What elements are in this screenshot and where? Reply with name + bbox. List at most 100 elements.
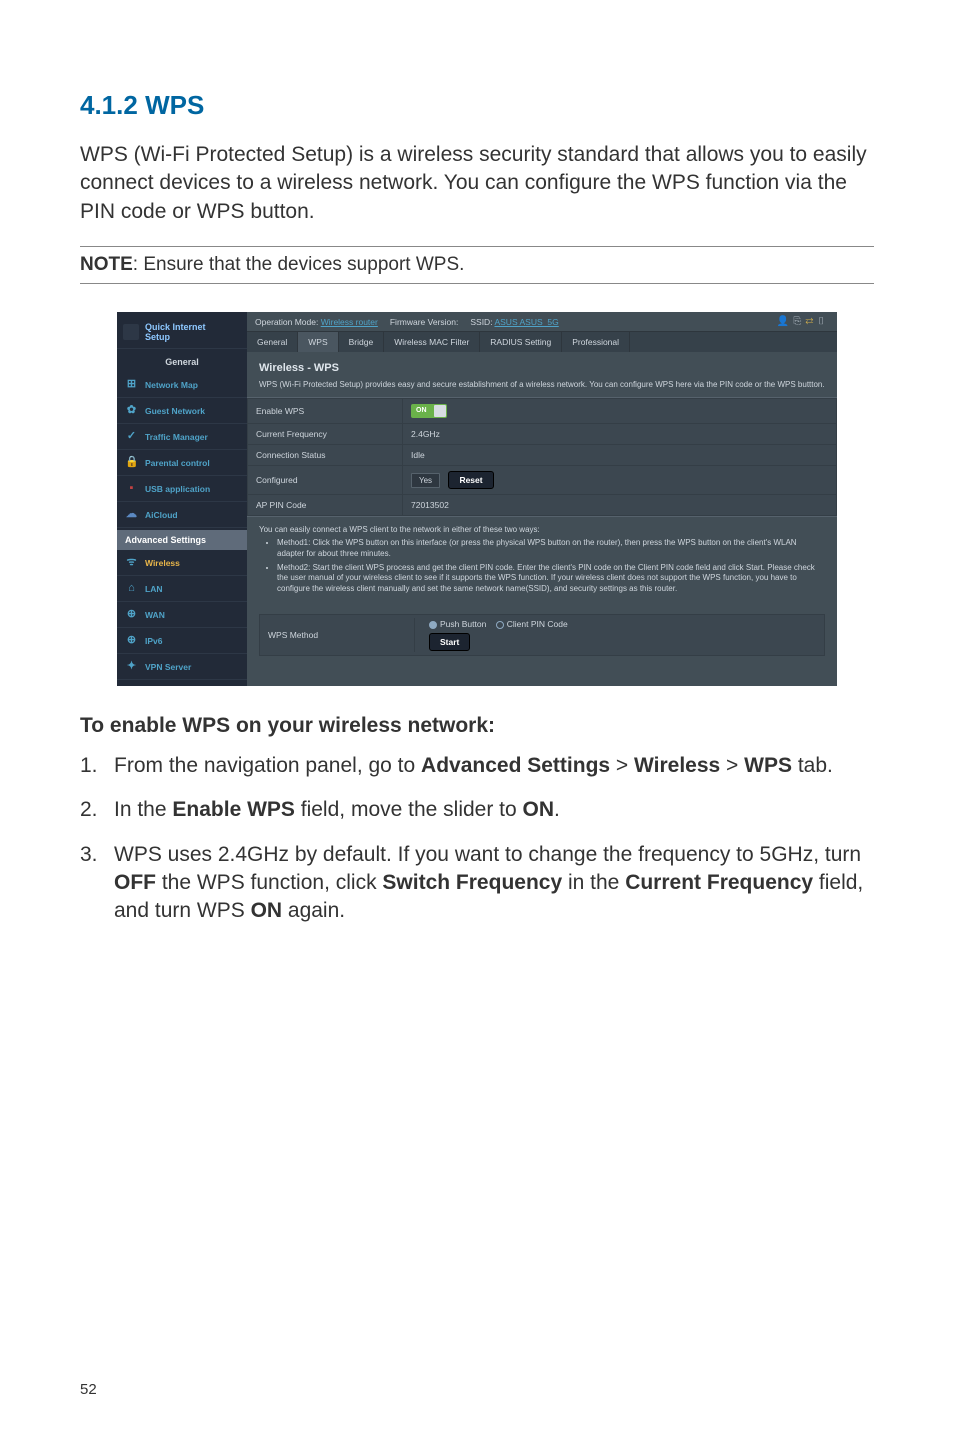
step-2: 2. In the Enable WPS field, move the sli… <box>80 796 874 824</box>
start-button[interactable]: Start <box>429 633 470 651</box>
guest-icon: ✿ <box>125 404 138 417</box>
row-configured: Configured Yes Reset <box>248 466 837 495</box>
tabs: General WPS Bridge Wireless MAC Filter R… <box>247 332 837 352</box>
enable-wps-label: Enable WPS <box>248 399 403 424</box>
topbar: Operation Mode: Wireless router Firmware… <box>247 312 837 332</box>
sidebar-group-general: General <box>117 349 247 372</box>
section-number: 4.1.2 <box>80 90 138 120</box>
step-number: 3. <box>80 841 104 926</box>
ssid-label: SSID: <box>470 317 492 327</box>
steps-list: 1. From the navigation panel, go to Adva… <box>80 752 874 926</box>
opmode-label: Operation Mode: <box>255 317 318 327</box>
sidebar-item-traffic-manager[interactable]: ✓Traffic Manager <box>117 424 247 450</box>
methods-block: You can easily connect a WPS client to t… <box>247 516 837 606</box>
wand-icon <box>123 324 139 340</box>
method-2: Method2: Start the client WPS process an… <box>277 563 825 595</box>
row-current-frequency: Current Frequency 2.4GHz <box>248 424 837 445</box>
sidebar-item-vpn-server[interactable]: ✦VPN Server <box>117 654 247 680</box>
page-title: Wireless - WPS <box>247 352 837 376</box>
sidebar-item-parental-control[interactable]: 🔒Parental control <box>117 450 247 476</box>
ap-pin-label: AP PIN Code <box>248 495 403 516</box>
ap-pin-value: 72013502 <box>403 495 837 516</box>
lock-icon: 🔒 <box>125 456 138 469</box>
bold-wps: WPS <box>744 754 792 777</box>
cloud-icon: ☁ <box>125 508 138 521</box>
sidebar-item-network-map[interactable]: ⊞Network Map <box>117 372 247 398</box>
vpn-icon: ✦ <box>125 660 138 673</box>
wifi-icon: ᯤ <box>125 556 138 569</box>
fw-label: Firmware Version: <box>390 317 459 327</box>
conn-status-value: Idle <box>403 445 837 466</box>
router-screenshot: Quick Internet Setup General ⊞Network Ma… <box>117 312 837 686</box>
bold-enable-wps: Enable WPS <box>172 798 295 821</box>
tab-wps[interactable]: WPS <box>298 332 338 352</box>
instructions-heading: To enable WPS on your wireless network: <box>80 714 874 738</box>
device-icon[interactable]: ▯ <box>817 316 829 327</box>
wps-method-label: WPS Method <box>260 618 415 652</box>
page-desc: WPS (Wi-Fi Protected Setup) provides eas… <box>247 376 837 398</box>
opmode-link[interactable]: Wireless router <box>321 317 378 327</box>
bold-wireless: Wireless <box>634 754 720 777</box>
intro-text: WPS (Wi-Fi Protected Setup) is a wireles… <box>80 141 874 226</box>
bold-current-frequency: Current Frequency <box>625 871 813 894</box>
bold-advanced-settings: Advanced Settings <box>421 754 610 777</box>
ssid-link[interactable]: ASUS ASUS_5G <box>494 317 558 327</box>
unplug-icon[interactable]: ⇄ <box>805 316 817 327</box>
sidebar-group-advanced: Advanced Settings <box>117 530 247 550</box>
bold-switch-frequency: Switch Frequency <box>382 871 562 894</box>
tab-radius[interactable]: RADIUS Setting <box>480 332 562 352</box>
network-icon: ⊞ <box>125 378 138 391</box>
copy-icon[interactable]: ⎘ <box>793 316 805 327</box>
radio-push-button[interactable] <box>429 621 437 629</box>
globe-icon: ⊕ <box>125 608 138 621</box>
tab-general[interactable]: General <box>247 332 298 352</box>
sidebar-item-usb-application[interactable]: ▪USB application <box>117 476 247 502</box>
sidebar-item-wan[interactable]: ⊕WAN <box>117 602 247 628</box>
wps-method-row: WPS Method Push Button Client PIN Code S… <box>259 614 825 656</box>
section-title: WPS <box>145 90 204 120</box>
note-text: : Ensure that the devices support WPS. <box>133 254 465 275</box>
configured-value: Yes <box>411 473 440 488</box>
ipv6-icon: ⊕ <box>125 634 138 647</box>
conn-status-label: Connection Status <box>248 445 403 466</box>
reset-button[interactable]: Reset <box>448 471 493 489</box>
methods-intro: You can easily connect a WPS client to t… <box>259 525 825 534</box>
topbar-icons: 👤⎘⇄▯ <box>777 316 829 327</box>
qis-line1: Quick Internet <box>145 322 206 332</box>
step-3: 3. WPS uses 2.4GHz by default. If you wa… <box>80 841 874 926</box>
page-number: 52 <box>80 1381 97 1398</box>
note-box: NOTE: Ensure that the devices support WP… <box>80 246 874 284</box>
sidebar-item-lan[interactable]: ⌂LAN <box>117 576 247 602</box>
note-label: NOTE <box>80 254 133 275</box>
radio-client-pin-label: Client PIN Code <box>507 619 568 629</box>
step-number: 1. <box>80 752 104 780</box>
bold-on-2: ON <box>251 899 283 922</box>
step-1: 1. From the navigation panel, go to Adva… <box>80 752 874 780</box>
tab-mac-filter[interactable]: Wireless MAC Filter <box>384 332 480 352</box>
sidebar-item-guest-network[interactable]: ✿Guest Network <box>117 398 247 424</box>
settings-table: Enable WPS ON Current Frequency 2.4GHz C… <box>247 398 837 516</box>
traffic-icon: ✓ <box>125 430 138 443</box>
radio-client-pin[interactable] <box>496 621 504 629</box>
sidebar-item-wireless[interactable]: ᯤWireless <box>117 550 247 576</box>
tab-bridge[interactable]: Bridge <box>339 332 385 352</box>
configured-label: Configured <box>248 466 403 495</box>
row-connection-status: Connection Status Idle <box>248 445 837 466</box>
sidebar: Quick Internet Setup General ⊞Network Ma… <box>117 312 247 686</box>
tab-professional[interactable]: Professional <box>562 332 630 352</box>
sidebar-item-ipv6[interactable]: ⊕IPv6 <box>117 628 247 654</box>
content: Wireless - WPS WPS (Wi-Fi Protected Setu… <box>247 352 837 656</box>
qis-line2: Setup <box>145 332 206 342</box>
sidebar-item-aicloud[interactable]: ☁AiCloud <box>117 502 247 528</box>
section-heading: 4.1.2 WPS <box>80 90 874 121</box>
bold-off: OFF <box>114 871 156 894</box>
user-icon[interactable]: 👤 <box>777 316 793 327</box>
radio-push-button-label: Push Button <box>440 619 486 629</box>
enable-wps-toggle[interactable]: ON <box>411 404 447 418</box>
row-enable-wps: Enable WPS ON <box>248 399 837 424</box>
row-ap-pin-code: AP PIN Code 72013502 <box>248 495 837 516</box>
current-freq-label: Current Frequency <box>248 424 403 445</box>
sidebar-quick-setup[interactable]: Quick Internet Setup <box>117 316 247 349</box>
main-panel: Operation Mode: Wireless router Firmware… <box>247 312 837 686</box>
step-number: 2. <box>80 796 104 824</box>
